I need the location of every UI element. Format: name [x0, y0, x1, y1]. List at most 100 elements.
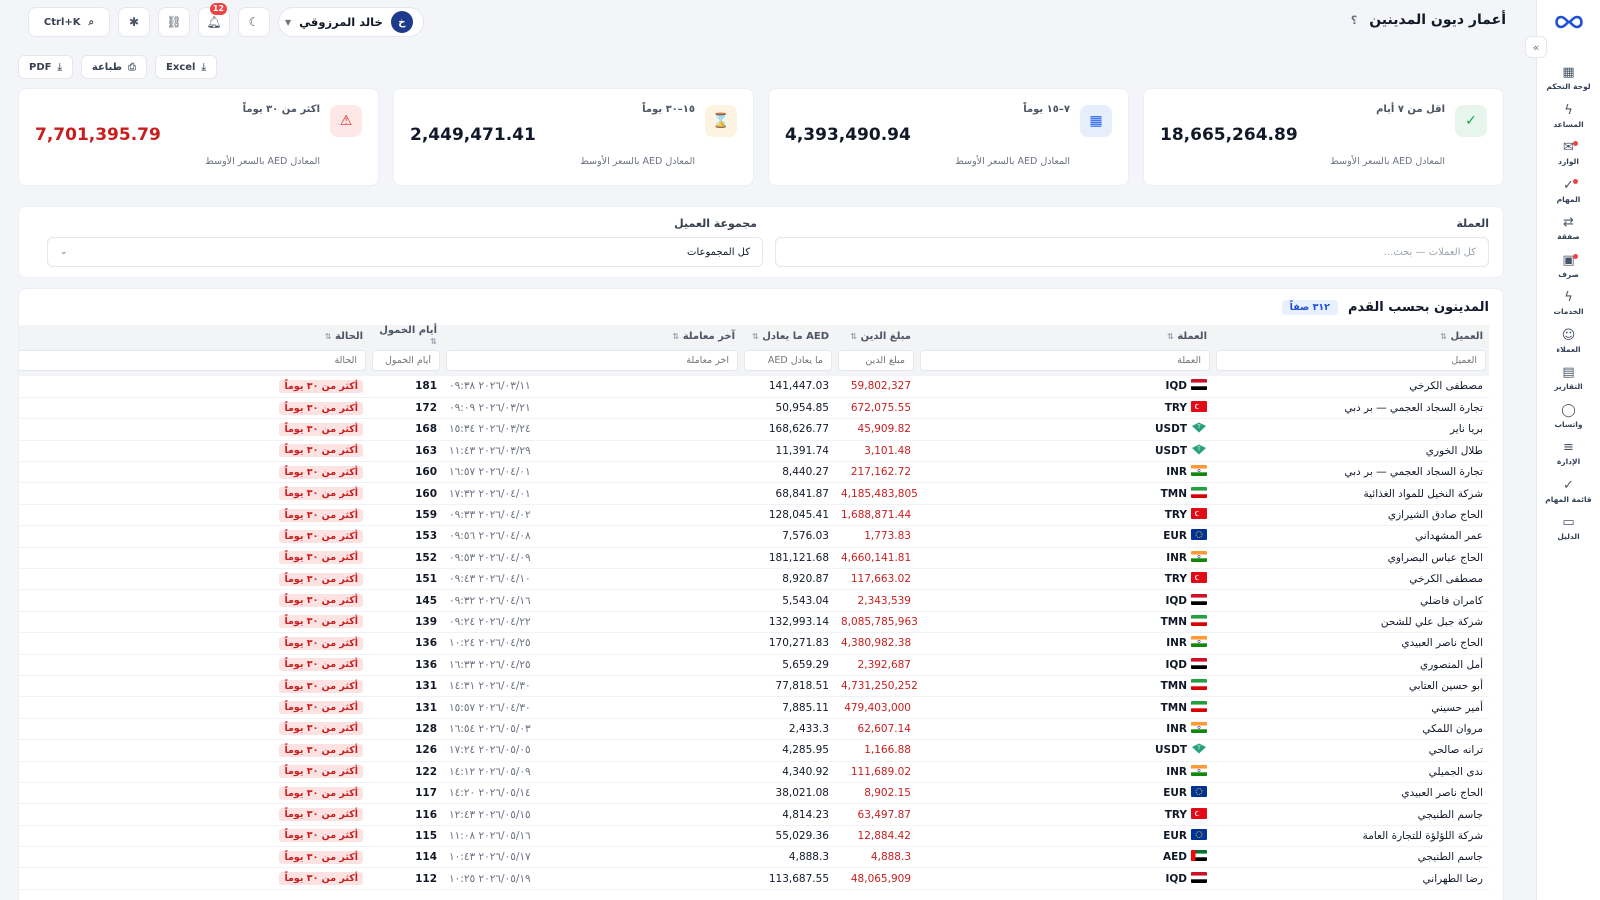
client-cell[interactable]: ندى الجميلي	[1213, 761, 1489, 783]
client-column-filter[interactable]	[1216, 350, 1486, 371]
sidebar-item-0[interactable]: ▦ لوحة التحكم	[1537, 60, 1600, 98]
client-cell[interactable]: مصطفى الكرخي	[1213, 376, 1489, 398]
aed-cell: 4,888.3	[741, 846, 835, 869]
table-row[interactable]: بريا ناير T USDT 45,909.82 168,626.77 ٢٠٢٦/٠٣…	[19, 418, 1489, 441]
client-cell[interactable]: مروان اللمكي	[1213, 718, 1489, 741]
table-row[interactable]: شركة جبل علي للشحن TMN 8,085,785,963 132,99…	[19, 611, 1489, 634]
sidebar-item-1[interactable]: ϟ المساعد	[1537, 98, 1600, 136]
last-transaction-column-filter[interactable]	[446, 350, 738, 371]
theme-toggle-button[interactable]: ☾	[238, 7, 270, 37]
last-transaction-cell: ٢٠٢٦/٠٤/٠١ ١٦:٥٧	[443, 461, 741, 484]
table-row[interactable]: مروان اللمكي INR 62,607.14 2,433.3 ٢٠٢٦/٠٥/٠…	[19, 718, 1489, 741]
aging-card-0[interactable]: ✓ اقل من ٧ أيام 18,665,264.89 المعادل AED ب…	[1143, 88, 1504, 186]
group-filter-select[interactable]: كل المجموعات ⌄	[47, 237, 763, 267]
table-row[interactable]: طلال الخوري T USDT 3,101.48 11,391.74 ٢٠٢٦/٠٣…	[19, 440, 1489, 463]
status-badge: أكثر من ٣٠ يوماً	[279, 765, 363, 779]
table-row[interactable]: رضا الطهراني IQD 48,065,909 113,687.55 ٢٠٢٦/…	[19, 867, 1489, 890]
aging-card-3[interactable]: ⚠ اكثر من ٣٠ يوماً 7,701,395.79 المعادل AED…	[18, 88, 379, 186]
client-cell[interactable]: أمير حسيني	[1213, 696, 1489, 719]
client-cell[interactable]: الحاج ناصر العبيدي	[1213, 632, 1489, 655]
col-client[interactable]: العميل ⇅	[1213, 325, 1489, 347]
table-row[interactable]: أمل المنصوري IQD 2,392,687 5,659.29 ٢٠٢٦/٠٤/…	[19, 654, 1489, 676]
app-logo[interactable]	[1551, 12, 1587, 32]
sidebar-item-10[interactable]: ≡ الإدارة	[1537, 435, 1600, 473]
amount-column-filter[interactable]	[838, 350, 914, 371]
table-row[interactable]: ترانه صالحي T USDT 1,166.88 4,285.95 ٢٠٢٦/٠٥/…	[19, 739, 1489, 762]
col-idle-days[interactable]: أيام الخمول ⇅	[369, 325, 443, 347]
currency-filter-input[interactable]: كل العملات — بحث...	[775, 237, 1489, 267]
help-icon[interactable]: ؟	[1351, 14, 1357, 27]
sidebar-item-6[interactable]: ϟ الخدمات	[1537, 285, 1600, 323]
link-button[interactable]: ⛓	[158, 7, 190, 37]
table-row[interactable]: الحاج ناصر العبيدي EUR 8,902.15 38,021.08 ٢٠…	[19, 782, 1489, 805]
client-cell[interactable]: طلال الخوري	[1213, 440, 1489, 463]
client-cell[interactable]: شركة اللؤلؤة للتجارة العامة	[1213, 825, 1489, 848]
sidebar-item-4[interactable]: ⇄ صفقة	[1537, 210, 1600, 248]
sidebar-item-5[interactable]: ▣ صرف	[1537, 248, 1600, 286]
client-cell[interactable]: عمر المشهداني	[1213, 525, 1489, 548]
aed-column-filter[interactable]	[744, 350, 832, 371]
client-cell[interactable]: ترانه صالحي	[1213, 739, 1489, 762]
client-cell[interactable]: شركة النخيل للمواد الغذائية	[1213, 482, 1489, 505]
client-cell[interactable]: بريا ناير	[1213, 418, 1489, 441]
table-row[interactable]: شركة اللؤلؤة للتجارة العامة EUR 12,884.42 5…	[19, 825, 1489, 848]
client-cell[interactable]: تجارة السجاد العجمي — بر دبي	[1213, 461, 1489, 484]
client-cell[interactable]: رضا الطهراني	[1213, 867, 1489, 890]
table-row[interactable]: جاسم الطنيجي AED 4,888.3 4,888.3 ٢٠٢٦/٠٥/١٧ …	[19, 846, 1489, 869]
aging-card-1[interactable]: ▦ ٧–١٥ يوماً 4,393,490.94 المعادل AED بالسع…	[768, 88, 1129, 186]
sort-icon: ⇅	[672, 331, 680, 341]
table-row[interactable]: تجارة السجاد العجمي — بر دبي TRY 672,075.5…	[19, 397, 1489, 420]
table-row[interactable]: الحاج عباس البصراوي INR 4,660,141.81 181,12…	[19, 547, 1489, 570]
table-row[interactable]: أمير حسيني TMN 479,403,000 7,885.11 ٢٠٢٦/٠٤/…	[19, 696, 1489, 719]
col-aed[interactable]: AED ما يعادل ⇅	[741, 325, 835, 347]
table-row[interactable]: الحاج صادق الشيرازي TRY 1,688,871.44 128,04…	[19, 504, 1489, 527]
table-row[interactable]: كامران فاضلي IQD 2,343,539 5,543.04 ٢٠٢٦/٠٤/…	[19, 589, 1489, 612]
table-row[interactable]: أبو حسين العتابي TMN 4,731,250,252 77,818.5…	[19, 675, 1489, 698]
client-cell[interactable]: كامران فاضلي	[1213, 589, 1489, 612]
client-cell[interactable]: جاسم الطنيجي	[1213, 803, 1489, 826]
sidebar-item-11[interactable]: ✓ قائمة المهام	[1537, 473, 1600, 511]
idle-days-column-filter[interactable]	[372, 350, 440, 371]
client-cell[interactable]: أمل المنصوري	[1213, 654, 1489, 676]
sidebar-item-12[interactable]: ▭ الدليل	[1537, 510, 1600, 548]
col-amount[interactable]: مبلغ الدين ⇅	[835, 325, 917, 347]
sidebar-item-9[interactable]: ◯ واتساب	[1537, 398, 1600, 436]
bug-report-button[interactable]: ✱	[118, 7, 150, 37]
client-cell[interactable]: الحاج عباس البصراوي	[1213, 547, 1489, 570]
aging-card-2[interactable]: ⌛ ١٥–٣٠ يوماً 2,449,471.41 المعادل AED بالس…	[393, 88, 754, 186]
client-cell[interactable]: مصطفى الكرخي	[1213, 568, 1489, 591]
notifications-button[interactable]: 🔔︎ 12	[198, 3, 230, 37]
export-pdf-button[interactable]: PDF ⤓	[18, 55, 73, 79]
col-currency[interactable]: العملة ⇅	[917, 325, 1213, 347]
print-button[interactable]: طباعة ⎙	[80, 55, 148, 79]
status-badge: أكثر من ٣٠ يوماً	[279, 465, 363, 479]
col-status[interactable]: الحالة ⇅	[19, 325, 369, 347]
client-cell[interactable]: تجارة السجاد العجمي — بر دبي	[1213, 397, 1489, 420]
col-last-transaction[interactable]: آخر معاملة ⇅	[443, 325, 741, 347]
sidebar-item-3[interactable]: ✓ المهام	[1537, 173, 1600, 211]
aed-cell: 128,045.41	[741, 504, 835, 527]
sidebar-item-2[interactable]: ✉ الوارد	[1537, 135, 1600, 173]
client-cell[interactable]: جاسم الطنيجي	[1213, 846, 1489, 869]
client-cell[interactable]: الحاج ناصر العبيدي	[1213, 782, 1489, 805]
amount-cell: 63,497.87	[835, 803, 917, 826]
table-row[interactable]: تجارة السجاد العجمي — بر دبي INR 217,162.7…	[19, 461, 1489, 484]
table-row[interactable]: ندى الجميلي INR 111,689.02 4,340.92 ٢٠٢٦/٠٥/…	[19, 761, 1489, 783]
command-search-button[interactable]: Ctrl+K ⌕	[28, 7, 110, 37]
table-row[interactable]: الحاج ناصر العبيدي INR 4,380,982.38 170,271…	[19, 632, 1489, 655]
amount-cell: 4,660,141.81	[835, 547, 917, 570]
sidebar-item-7[interactable]: ☺ العملاء	[1537, 323, 1600, 361]
table-row[interactable]: مصطفى الكرخي TRY 117,663.02 8,920.87 ٢٠٢٦/٠٤…	[19, 568, 1489, 591]
table-row[interactable]: جاسم الطنيجي TRY 63,497.87 4,814.23 ٢٠٢٦/٠٥/…	[19, 803, 1489, 826]
export-excel-button[interactable]: Excel ⤓	[155, 55, 217, 79]
sidebar-item-8[interactable]: ▤ التقارير	[1537, 360, 1600, 398]
client-cell[interactable]: أبو حسين العتابي	[1213, 675, 1489, 698]
currency-column-filter[interactable]	[920, 350, 1210, 371]
client-cell[interactable]: شركة جبل علي للشحن	[1213, 611, 1489, 634]
status-column-filter[interactable]	[19, 350, 366, 371]
user-menu[interactable]: خ خالد المرزوقي ▼	[278, 7, 424, 37]
table-row[interactable]: عمر المشهداني EUR 1,773.83 7,576.03 ٢٠٢٦/٠٤/…	[19, 525, 1489, 548]
client-cell[interactable]: الحاج صادق الشيرازي	[1213, 504, 1489, 527]
table-row[interactable]: مصطفى الكرخي IQD 59,802,327 141,447.03 ٢٠٢٦/…	[19, 376, 1489, 398]
table-row[interactable]: شركة النخيل للمواد الغذائية TMN 4,185,483,…	[19, 482, 1489, 505]
